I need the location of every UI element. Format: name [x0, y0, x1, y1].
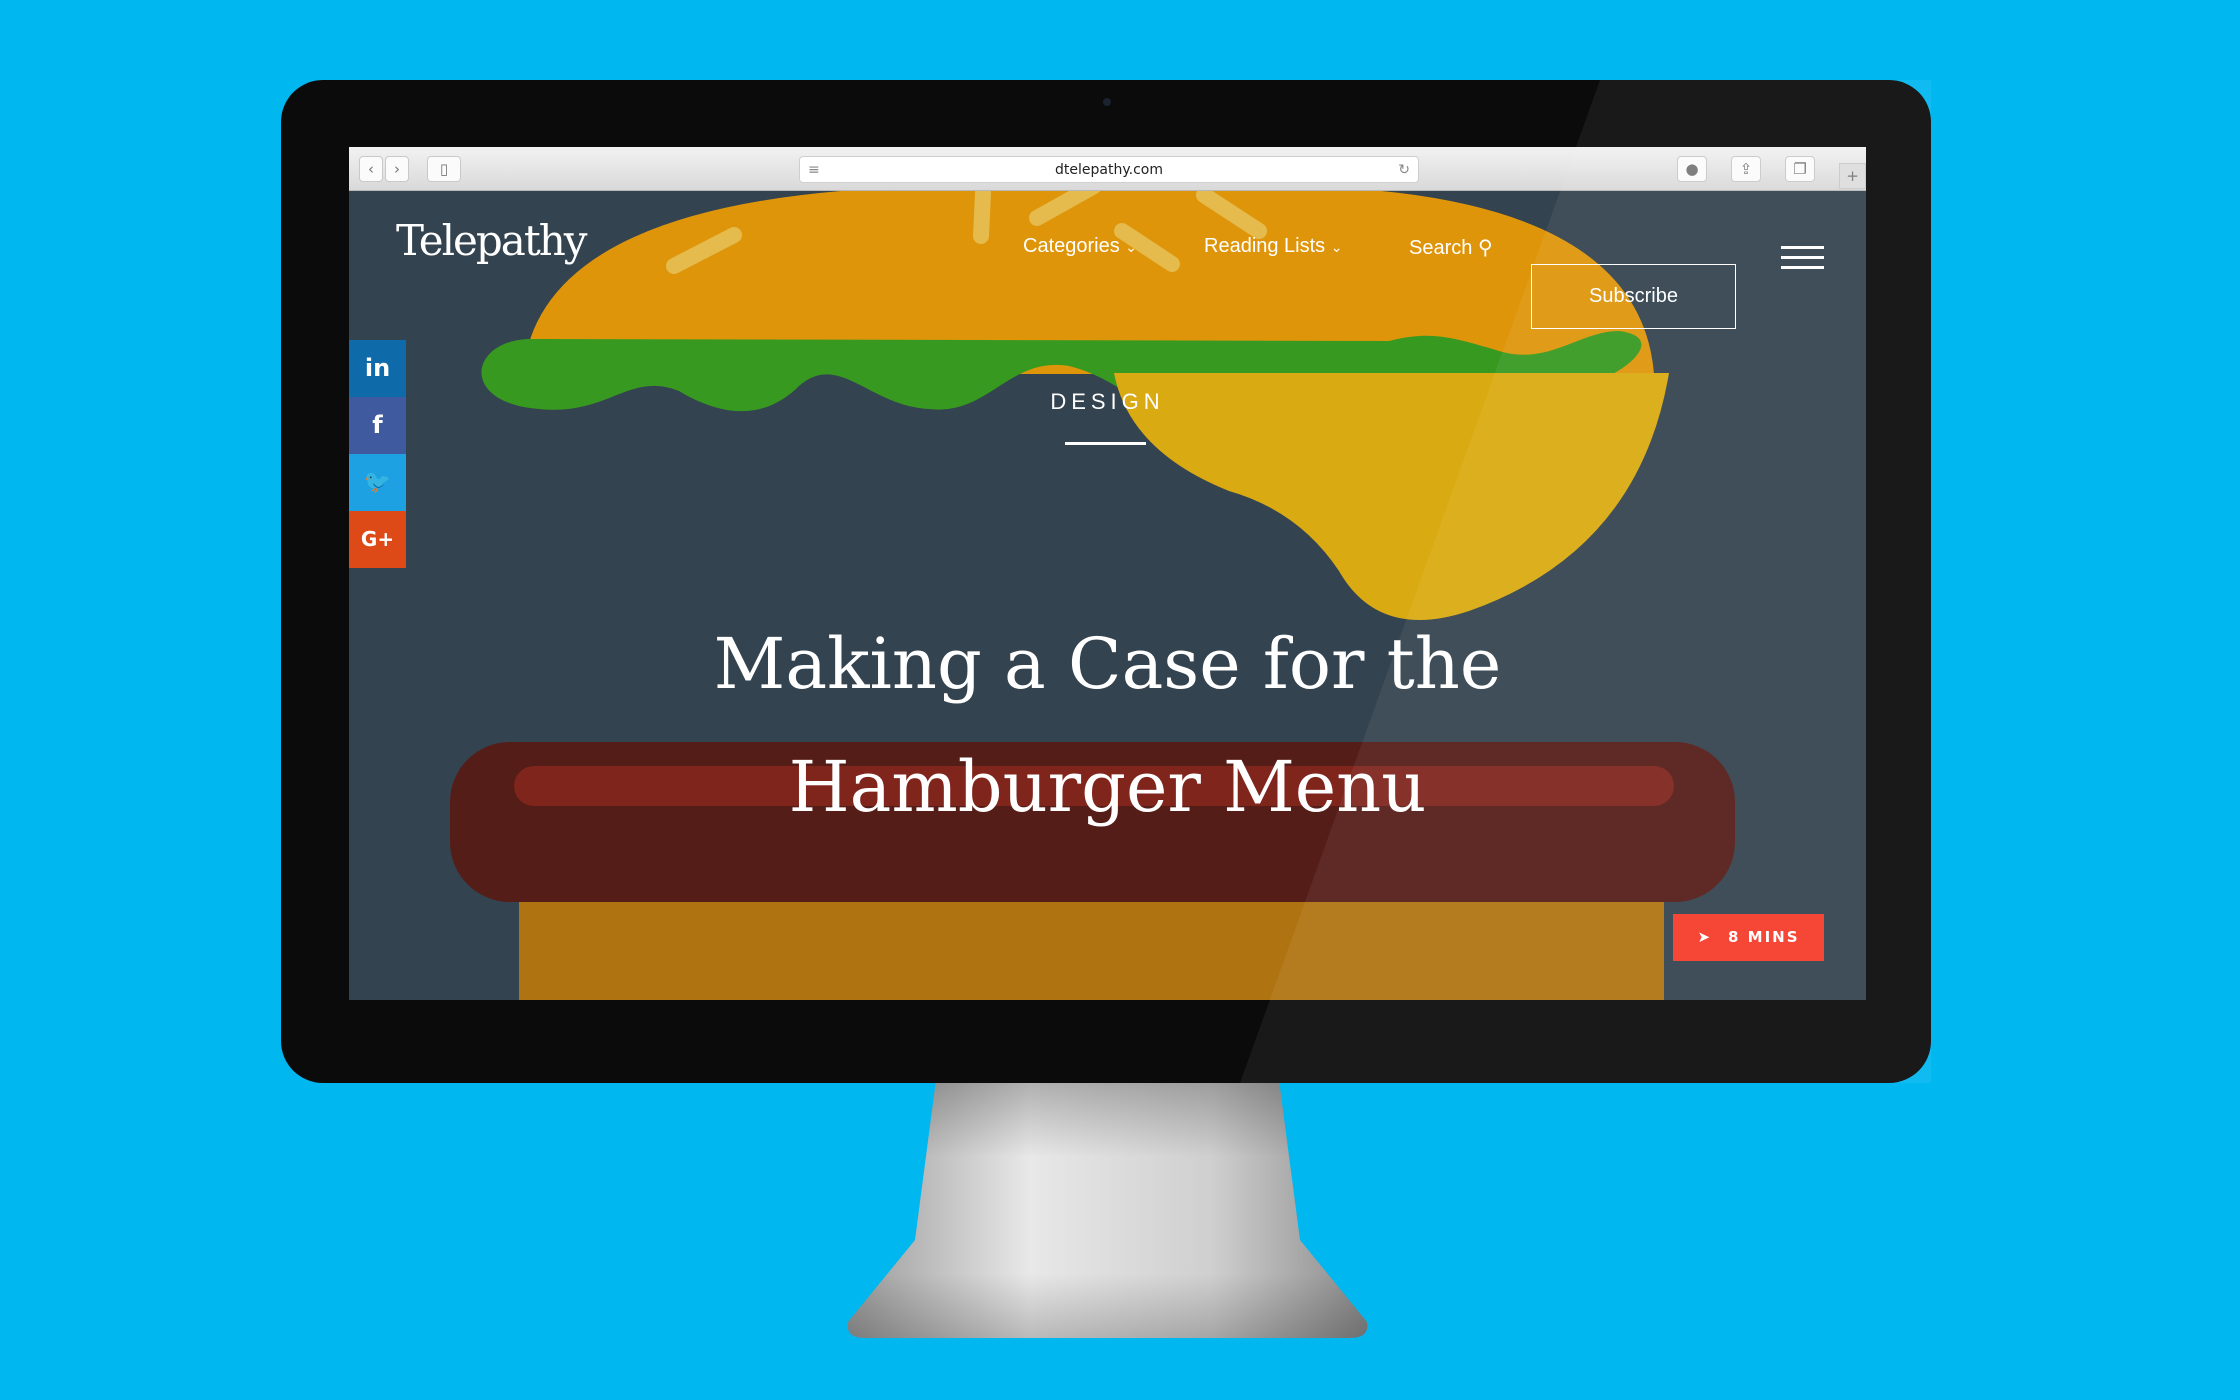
title-line: Making a Case for the: [713, 623, 1502, 705]
linkedin-icon: in: [364, 354, 391, 382]
new-tab-button[interactable]: +: [1839, 163, 1866, 189]
nav-reading-lists[interactable]: Reading Lists ⌄: [1204, 235, 1342, 258]
forward-icon: ›: [394, 160, 400, 178]
sidebar-icon: ▯: [439, 160, 449, 178]
reload-icon: ↻: [1398, 162, 1410, 178]
tabs-button[interactable]: ❐: [1785, 156, 1815, 182]
hamburger-menu-icon[interactable]: [1781, 246, 1824, 270]
read-time: 8 MINS: [1728, 928, 1800, 946]
download-icon: ●: [1685, 160, 1699, 178]
share-icon: ⇪: [1739, 160, 1753, 178]
url-text: dtelepathy.com: [1055, 162, 1163, 178]
chevron-down-icon: ⌄: [1330, 239, 1343, 255]
category-label[interactable]: DESIGN: [349, 389, 1866, 415]
nav-categories[interactable]: Categories ⌄: [1023, 235, 1137, 258]
share-button[interactable]: ⇪: [1731, 156, 1761, 182]
address-bar[interactable]: ≡ dtelepathy.com ↻: [799, 156, 1419, 183]
tabs-icon: ❐: [1793, 160, 1807, 178]
plus-icon: +: [1846, 167, 1859, 185]
article-title: Making a Case for the Hamburger Menu: [349, 603, 1866, 849]
forward-button[interactable]: ›: [385, 156, 409, 182]
nav-label: Reading Lists: [1204, 235, 1326, 257]
search-icon: ⚲: [1477, 237, 1493, 259]
category-underline: [1065, 442, 1146, 445]
screen: ‹ › ▯ ≡ dtelepathy.com ↻ ● ⇪ ❐ + Telepat…: [349, 147, 1866, 1000]
subscribe-button[interactable]: Subscribe: [1531, 264, 1736, 329]
nav-label: Search: [1409, 237, 1473, 259]
read-time-badge: ➤ 8 MINS: [1673, 914, 1824, 961]
back-button[interactable]: ‹: [359, 156, 383, 182]
paper-plane-icon: ➤: [1697, 928, 1713, 946]
google-plus-icon: G+: [360, 527, 395, 551]
twitter-icon: 🐦: [363, 470, 392, 495]
title-line: Hamburger Menu: [788, 746, 1427, 828]
twitter-share-button[interactable]: 🐦: [349, 454, 406, 511]
back-icon: ‹: [368, 160, 374, 178]
nav-search[interactable]: Search ⚲: [1409, 235, 1493, 260]
facebook-icon: f: [372, 411, 383, 439]
nav-label: Categories: [1023, 235, 1120, 257]
downloads-button[interactable]: ●: [1677, 156, 1707, 182]
google-plus-share-button[interactable]: G+: [349, 511, 406, 568]
reader-icon: ≡: [808, 162, 820, 178]
camera: [1103, 98, 1111, 106]
sidebar-button[interactable]: ▯: [427, 156, 461, 182]
site-logo[interactable]: Telepathy: [396, 216, 587, 265]
hero: Telepathy Categories ⌄ Reading Lists ⌄ S…: [349, 191, 1866, 1000]
browser-toolbar: ‹ › ▯ ≡ dtelepathy.com ↻ ● ⇪ ❐ +: [349, 147, 1866, 191]
chevron-down-icon: ⌄: [1125, 239, 1138, 255]
